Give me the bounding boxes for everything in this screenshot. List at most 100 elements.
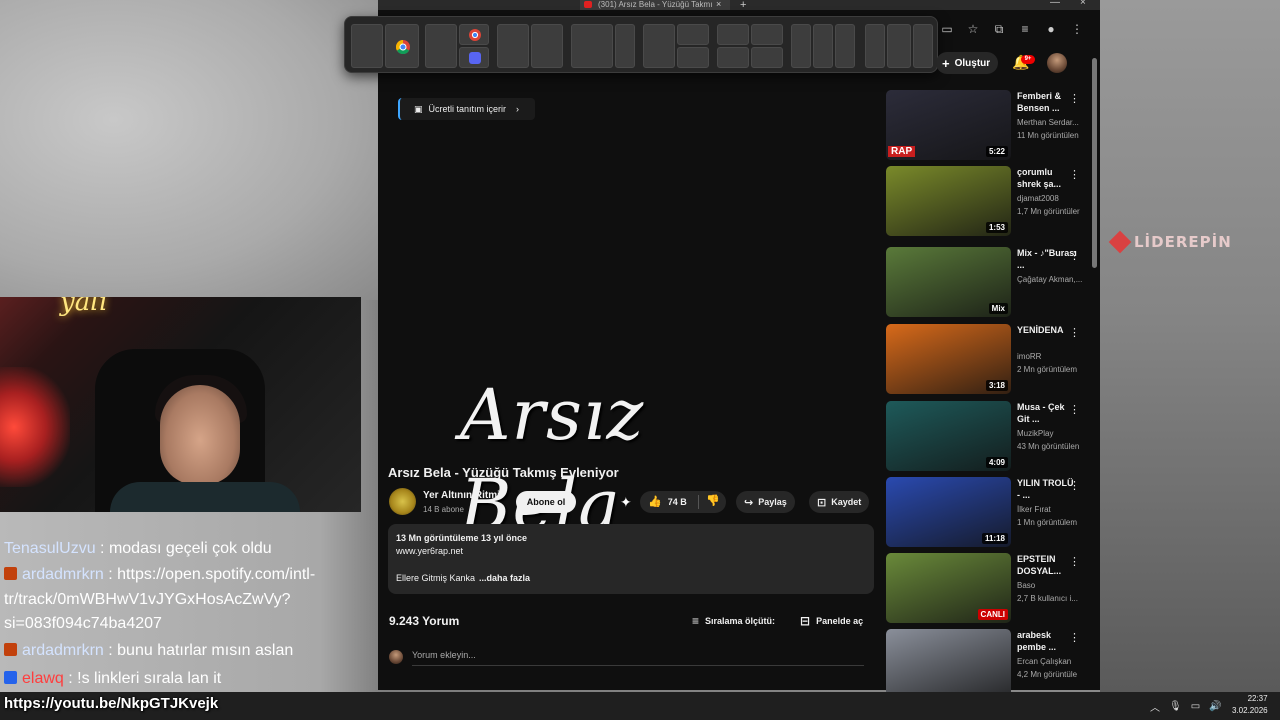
video-thumbnail[interactable] bbox=[886, 629, 1011, 699]
snap-zone[interactable] bbox=[497, 24, 529, 68]
snap-zone[interactable] bbox=[751, 24, 783, 45]
system-clock[interactable]: 22:37 3.02.2026 bbox=[1232, 693, 1268, 717]
more-options-icon[interactable]: ⋮ bbox=[1069, 555, 1080, 568]
recommendation-title[interactable]: EPSTEIN DOSYAL... bbox=[1017, 553, 1077, 577]
video-thumbnail[interactable]: RAP 5:22 bbox=[886, 90, 1011, 160]
snap-zone[interactable] bbox=[425, 24, 457, 68]
more-options-icon[interactable]: ⋮ bbox=[1069, 92, 1080, 105]
recommendation-item[interactable]: RAP 5:22 Femberi & Bensen ... Merthan Ser… bbox=[886, 90, 1096, 162]
paid-promotion-label[interactable]: ▣ Ücretli tanıtım içerir › bbox=[398, 98, 535, 120]
snap-layout-8[interactable] bbox=[865, 24, 933, 68]
recommendation-title[interactable]: Musa - Çek Git ... bbox=[1017, 401, 1077, 425]
description-link[interactable]: www.yer6rap.net bbox=[396, 546, 463, 556]
recommendation-item[interactable]: 11:18 YILIN TROLÜ - ... İlker Fırat 1 Mn… bbox=[886, 477, 1096, 549]
microphone-icon[interactable]: 🎙 bbox=[1169, 701, 1182, 712]
scrollbar[interactable] bbox=[1092, 58, 1097, 268]
share-button[interactable]: ↪ Paylaş bbox=[736, 491, 795, 513]
snap-zone[interactable] bbox=[835, 24, 855, 68]
recommendation-title[interactable]: Mix - ♪"Burası ... bbox=[1017, 247, 1077, 271]
profile-icon[interactable]: ● bbox=[1044, 22, 1058, 36]
snap-zone[interactable] bbox=[677, 47, 709, 68]
recommendation-channel[interactable]: Merthan Serdar... bbox=[1017, 118, 1083, 127]
snap-zone[interactable] bbox=[887, 24, 911, 68]
snap-layout-4[interactable] bbox=[571, 24, 635, 68]
more-options-icon[interactable]: ⋮ bbox=[1069, 403, 1080, 416]
snap-zone[interactable] bbox=[643, 24, 675, 68]
recommendation-item[interactable]: Mix Mix - ♪"Burası ... Çağatay Akman,...… bbox=[886, 247, 1096, 319]
recommendation-title[interactable]: çorumlu shrek şa... bbox=[1017, 166, 1077, 190]
more-options-icon[interactable]: ⋮ bbox=[1069, 479, 1080, 492]
video-thumbnail[interactable]: 3:18 bbox=[886, 324, 1011, 394]
snap-zone[interactable] bbox=[571, 24, 613, 68]
snap-zone[interactable] bbox=[531, 24, 563, 68]
recommendation-channel[interactable]: MuzikPlay bbox=[1017, 429, 1083, 438]
video-thumbnail[interactable]: 11:18 bbox=[886, 477, 1011, 547]
account-avatar[interactable] bbox=[1047, 53, 1067, 73]
snap-zone[interactable] bbox=[351, 24, 383, 68]
recommendation-channel[interactable]: Çağatay Akman,... bbox=[1017, 275, 1083, 284]
snap-zone[interactable] bbox=[677, 24, 709, 45]
snap-zone[interactable] bbox=[813, 24, 833, 68]
comment-input[interactable]: Yorum ekleyin... bbox=[412, 650, 864, 666]
more-options-icon[interactable]: ⋮ bbox=[1069, 249, 1080, 262]
snap-zone-discord[interactable] bbox=[459, 47, 489, 68]
recommendation-channel[interactable]: Baso bbox=[1017, 581, 1083, 590]
channel-name[interactable]: Yer Altının Ritmi bbox=[423, 490, 500, 501]
video-thumbnail[interactable]: CANLI bbox=[886, 553, 1011, 623]
save-button[interactable]: ⊡ Kaydet bbox=[809, 491, 870, 513]
window-close-button[interactable]: × bbox=[1080, 0, 1086, 8]
video-thumbnail[interactable]: 4:09 bbox=[886, 401, 1011, 471]
chevron-up-icon[interactable]: ︿ bbox=[1150, 699, 1160, 714]
snap-zone[interactable] bbox=[615, 24, 635, 68]
subscribe-button[interactable]: Abone ol bbox=[516, 491, 576, 513]
extensions-icon[interactable]: ⧉ bbox=[992, 22, 1006, 36]
snap-layout-3[interactable] bbox=[497, 24, 563, 68]
tab-close-button[interactable]: × bbox=[716, 0, 721, 9]
video-thumbnail[interactable]: 1:53 bbox=[886, 166, 1011, 236]
snap-zone-chrome[interactable] bbox=[385, 24, 419, 68]
snap-layout-2[interactable] bbox=[425, 24, 489, 68]
snap-layout-7[interactable] bbox=[791, 24, 855, 68]
snap-zone-chrome[interactable] bbox=[459, 24, 489, 45]
recommendation-channel[interactable]: djamat2008 bbox=[1017, 194, 1083, 203]
create-button[interactable]: + Oluştur bbox=[936, 52, 998, 74]
minimize-button[interactable]: — bbox=[1050, 0, 1060, 8]
recommendation-item[interactable]: 1:53 çorumlu shrek şa... djamat2008 1,7 … bbox=[886, 166, 1096, 238]
snap-layout-5[interactable] bbox=[643, 24, 709, 68]
recommendation-channel[interactable]: Ercan Çalışkan bbox=[1017, 657, 1083, 666]
recommendation-channel[interactable]: imoRR bbox=[1017, 352, 1083, 361]
recommendation-title[interactable]: Femberi & Bensen ... bbox=[1017, 90, 1077, 114]
video-thumbnail[interactable]: Mix bbox=[886, 247, 1011, 317]
new-tab-button[interactable]: + bbox=[740, 0, 746, 11]
more-options-icon[interactable]: ⋮ bbox=[1069, 631, 1080, 644]
recommendation-title[interactable]: YENİDENA bbox=[1017, 324, 1077, 336]
recommendation-channel[interactable]: İlker Fırat bbox=[1017, 505, 1083, 514]
recommendation-title[interactable]: arabesk pembe ... bbox=[1017, 629, 1077, 653]
cast-icon[interactable]: ▭ bbox=[940, 22, 954, 36]
recommendation-item[interactable]: 4:09 Musa - Çek Git ... MuzikPlay 43 Mn … bbox=[886, 401, 1096, 473]
more-options-icon[interactable]: ⋮ bbox=[1069, 326, 1080, 339]
more-options-icon[interactable]: ⋮ bbox=[1069, 168, 1080, 181]
recommendation-item[interactable]: arabesk pembe ... Ercan Çalışkan 4,2 Mn … bbox=[886, 629, 1096, 701]
browser-tab[interactable]: (301) Arsız Bela - Yüzüğü Takmı bbox=[580, 0, 730, 10]
snap-zone[interactable] bbox=[913, 24, 933, 68]
like-button[interactable]: 👍 74 B bbox=[648, 495, 687, 508]
speaker-icon[interactable]: 🔊 bbox=[1209, 701, 1221, 712]
description-box[interactable]: 13 Mn görüntüleme 13 yıl önce www.yer6ra… bbox=[388, 524, 874, 594]
snap-zone[interactable] bbox=[865, 24, 885, 68]
thumbs-down-icon[interactable]: 👎 bbox=[706, 494, 720, 507]
snap-zone[interactable] bbox=[751, 47, 783, 68]
snap-layout-6[interactable] bbox=[717, 24, 783, 68]
recommendation-item[interactable]: 3:18 YENİDENA imoRR 2 Mn görüntülem ⋮ bbox=[886, 324, 1096, 396]
recommendation-item[interactable]: CANLI EPSTEIN DOSYAL... Baso 2,7 B kulla… bbox=[886, 553, 1096, 625]
recommendation-title[interactable]: YILIN TROLÜ - ... bbox=[1017, 477, 1077, 501]
snap-zone[interactable] bbox=[717, 24, 749, 45]
open-in-panel-button[interactable]: ⊟ Panelde aç bbox=[800, 614, 863, 628]
channel-avatar[interactable] bbox=[389, 488, 416, 515]
snap-layout-1[interactable] bbox=[351, 24, 419, 68]
browser-menu-icon[interactable]: ⋮ bbox=[1070, 22, 1084, 36]
snap-zone[interactable] bbox=[791, 24, 811, 68]
display-icon[interactable]: ▭ bbox=[1191, 701, 1200, 712]
ask-ai-icon[interactable]: ✦ bbox=[620, 494, 636, 510]
sort-comments-button[interactable]: ≡ Sıralama ölçütü: bbox=[692, 614, 775, 628]
